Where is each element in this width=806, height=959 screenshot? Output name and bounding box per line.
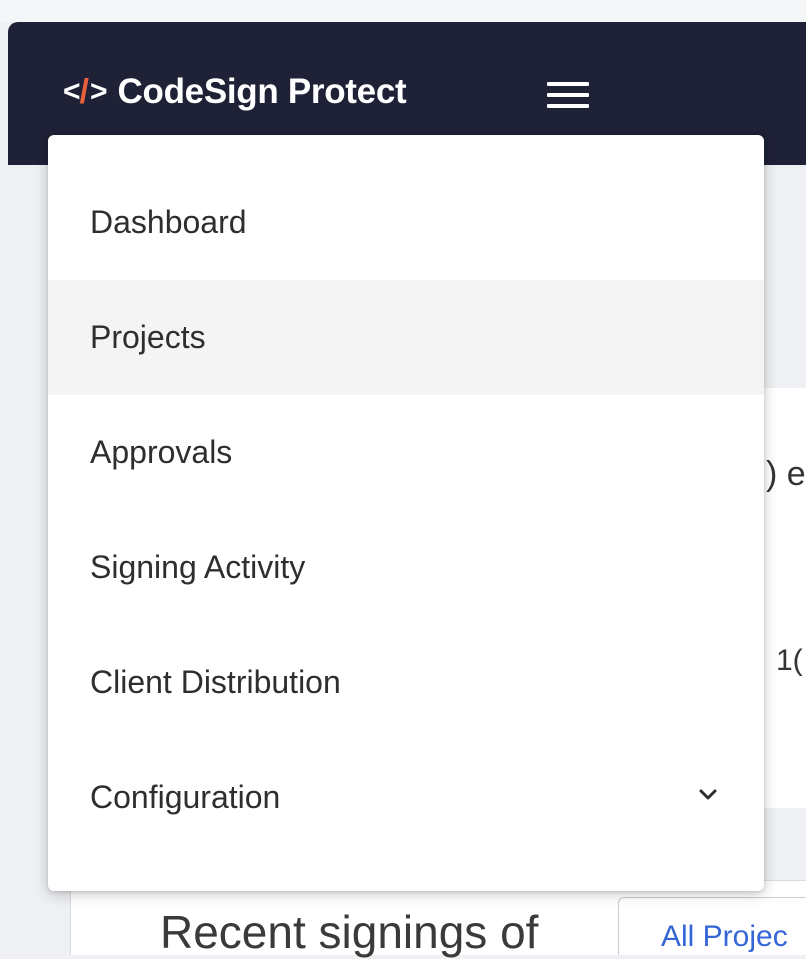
chevron-down-icon[interactable]: [696, 783, 720, 807]
app-title: CodeSign Protect: [117, 72, 407, 111]
menu-item-label: Approvals: [90, 434, 233, 470]
menu-item-configuration[interactable]: Configuration: [48, 740, 764, 855]
background-text: ) e: [766, 455, 806, 493]
menu-item-approvals[interactable]: Approvals: [48, 395, 764, 510]
project-filter-select[interactable]: All Projec: [618, 897, 806, 955]
code-icon-left: <: [63, 75, 80, 108]
background-value: 1(: [776, 644, 803, 677]
menu-item-label: Client Distribution: [90, 664, 341, 700]
recent-signings-heading: Recent signings of: [160, 906, 539, 958]
menu-item-label: Configuration: [90, 779, 281, 815]
page-top-strip: [0, 0, 806, 22]
menu-item-dashboard[interactable]: Dashboard: [48, 165, 764, 280]
app-logo[interactable]: < / > CodeSign Protect: [63, 72, 407, 112]
code-icon-right: >: [89, 75, 107, 108]
menu-item-label: Projects: [90, 319, 206, 355]
content-panel: [760, 388, 806, 808]
code-icon-slash: /: [79, 72, 89, 111]
hamburger-menu-icon[interactable]: [541, 80, 593, 110]
menu-item-client-distribution[interactable]: Client Distribution: [48, 625, 764, 740]
menu-item-projects[interactable]: Projects: [48, 280, 764, 395]
menu-item-label: Dashboard: [90, 204, 247, 240]
nav-dropdown-menu: Dashboard Projects Approvals Signing Act…: [48, 135, 764, 891]
project-filter-value: All Projec: [661, 920, 788, 953]
menu-item-label: Signing Activity: [90, 549, 306, 585]
menu-item-signing-activity[interactable]: Signing Activity: [48, 510, 764, 625]
